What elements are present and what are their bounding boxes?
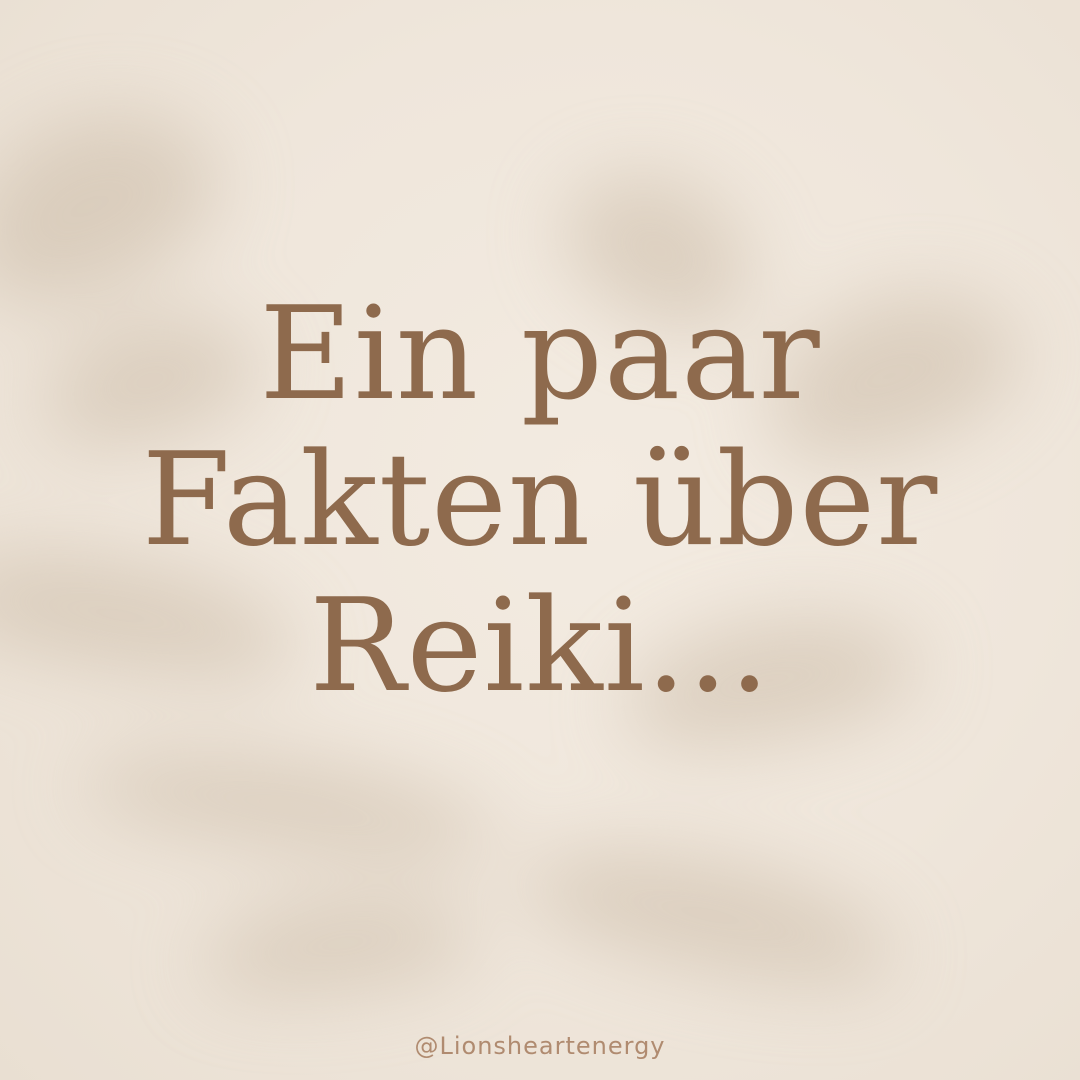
headline-line-1: Ein paar	[259, 280, 821, 429]
social-handle: @Lionsheartenergy	[414, 1032, 666, 1060]
headline-line-3: Reiki...	[309, 572, 771, 721]
headline: Ein paar Fakten über Reiki...	[0, 282, 1080, 720]
leaf-shadow	[512, 821, 908, 1009]
headline-line-2: Fakten über	[141, 426, 939, 575]
leaf-shadow	[196, 885, 484, 1005]
post-canvas: Ein paar Fakten über Reiki... @Lionshear…	[0, 0, 1080, 1080]
leaf-shadow	[75, 731, 505, 879]
